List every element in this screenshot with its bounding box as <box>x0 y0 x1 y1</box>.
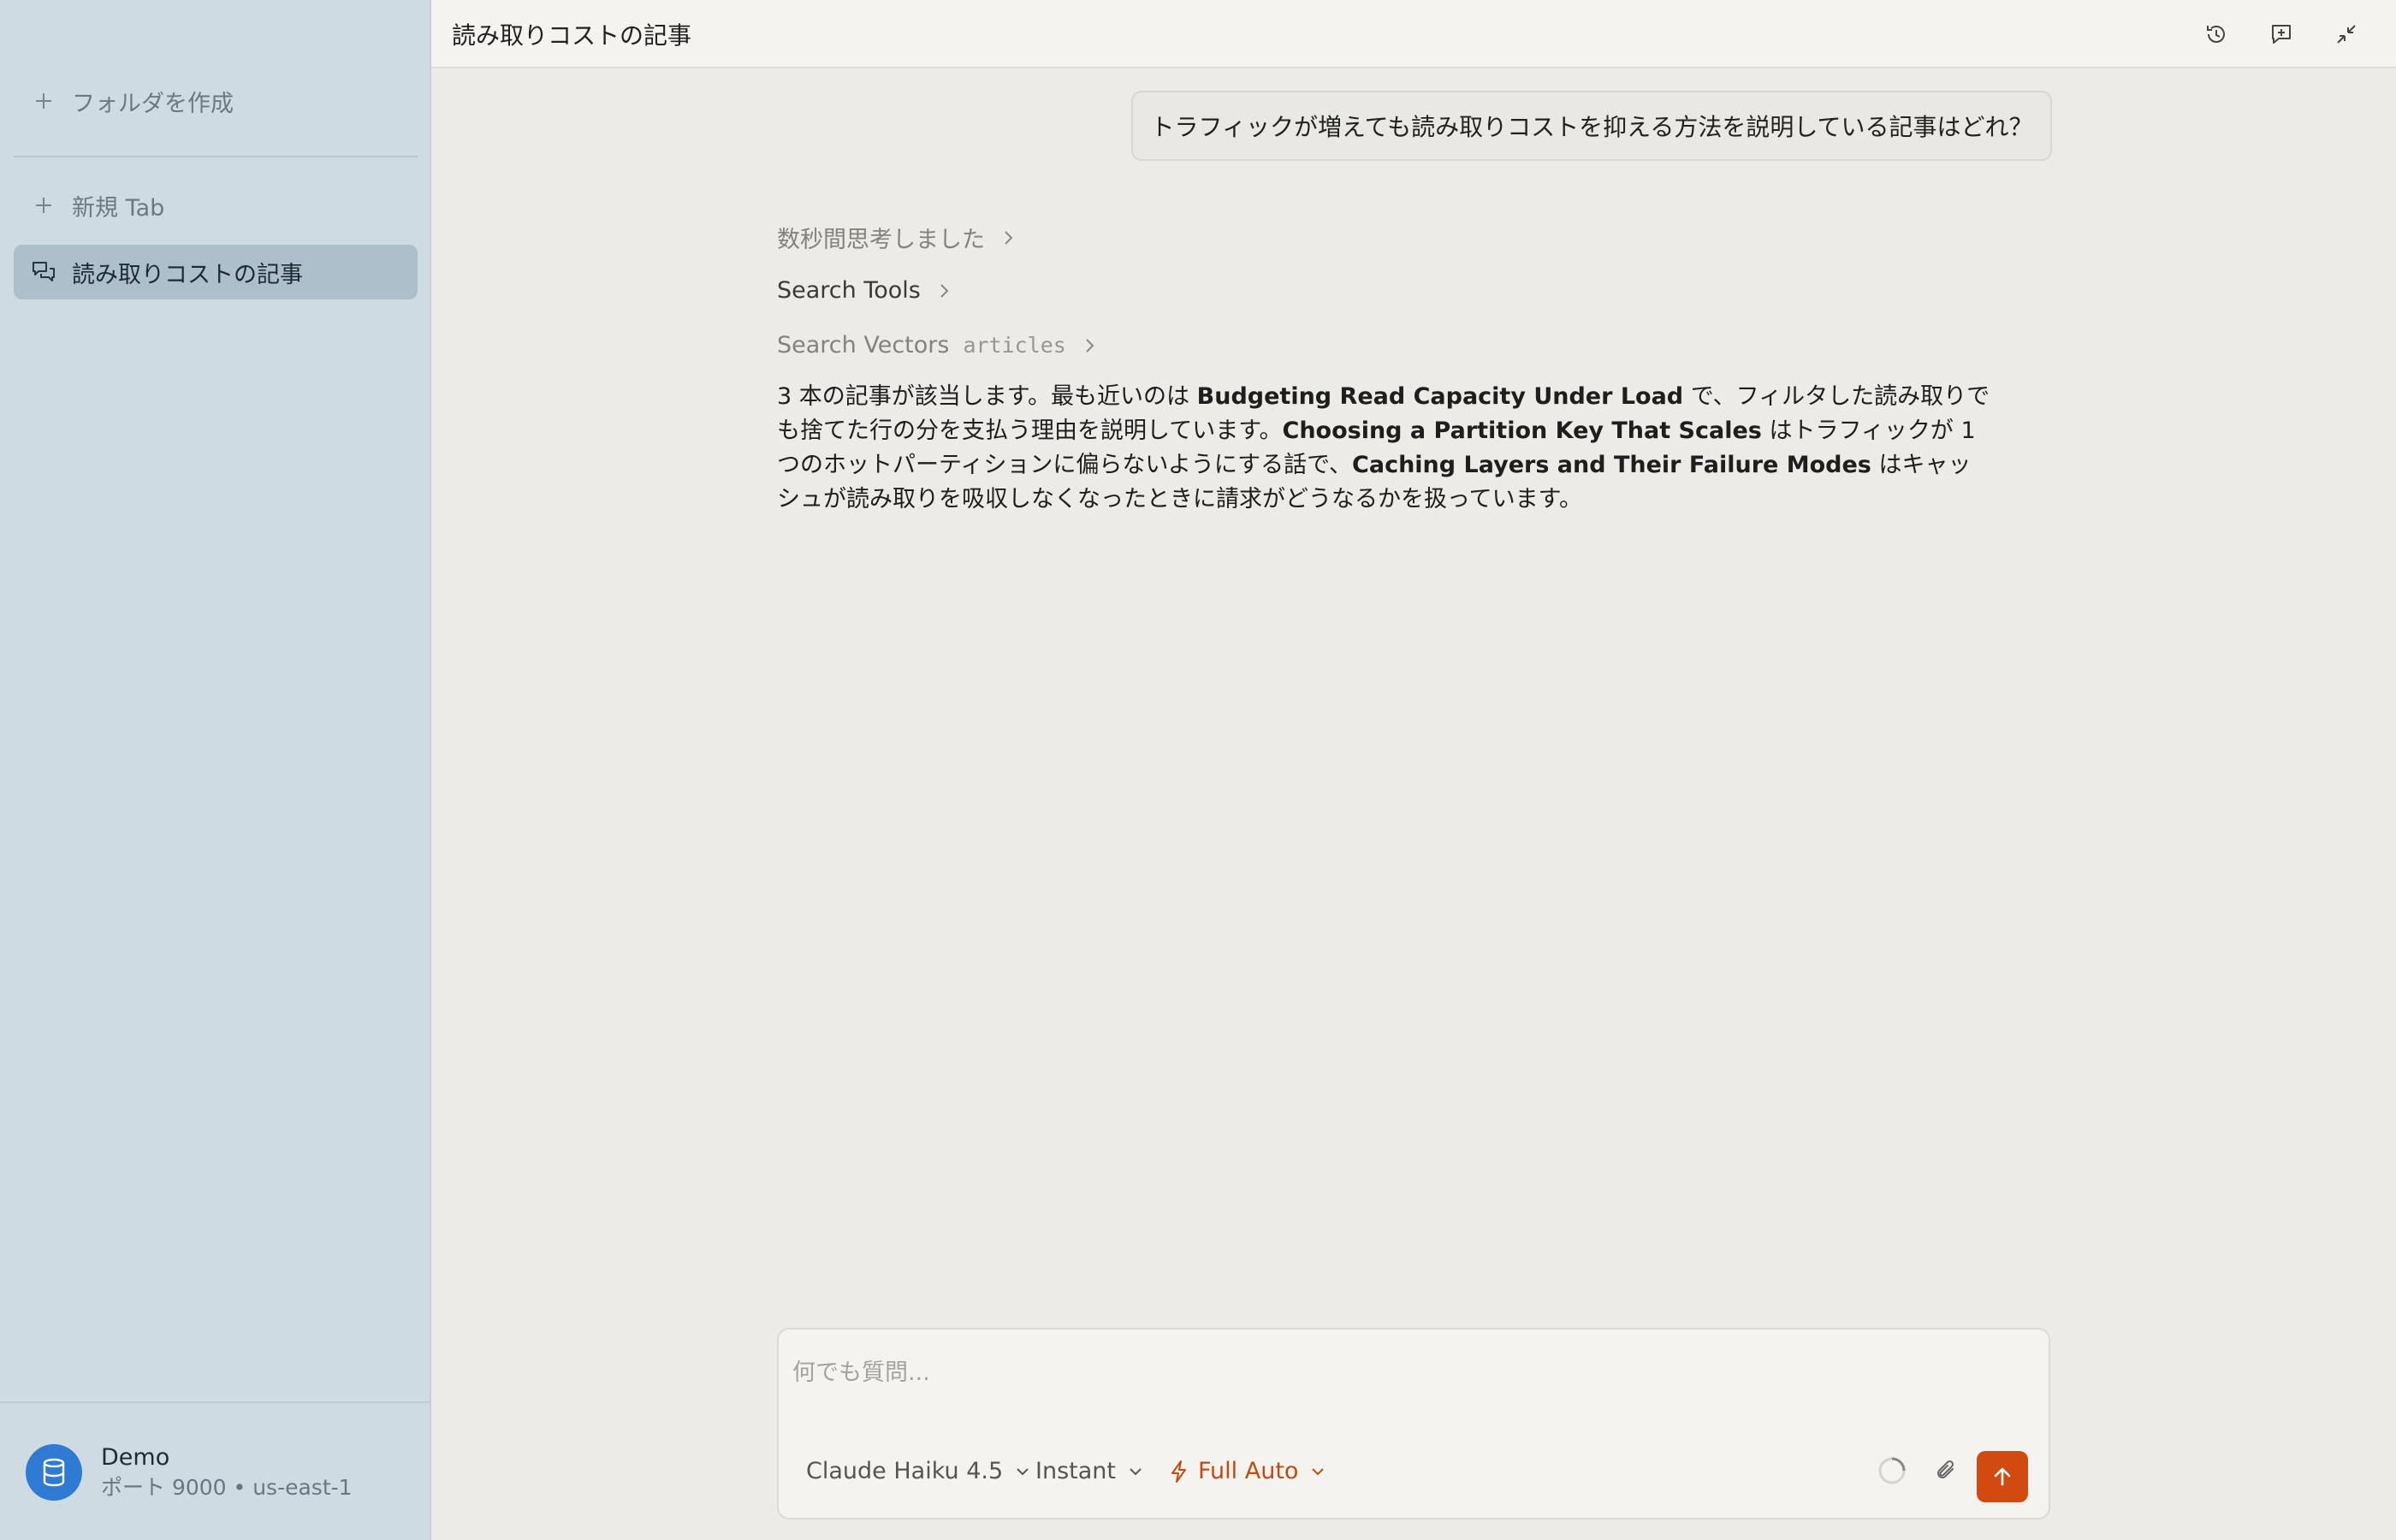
new-tab-label: 新規 Tab <box>72 194 165 222</box>
chevron-down-icon <box>1017 1467 1029 1475</box>
message-input[interactable] <box>792 1347 2025 1398</box>
send-button[interactable] <box>1977 1451 2028 1502</box>
create-folder-label: フォルダを作成 <box>72 90 234 117</box>
search-tools-step[interactable]: Search Tools <box>777 277 953 304</box>
search-tools-label: Search Tools <box>777 277 921 304</box>
loading-spinner-icon <box>1872 1451 1912 1490</box>
answer-text: 3 本の記事が該当します。最も近いのは <box>777 383 1197 410</box>
profile[interactable]: Demo ポート 9000 • us-east-1 <box>26 1442 353 1502</box>
chat-bubbles-icon <box>29 258 58 287</box>
database-icon <box>26 1444 82 1501</box>
collapse-icon[interactable] <box>2329 17 2363 51</box>
chevron-down-icon <box>1312 1467 1325 1475</box>
profile-name: Demo <box>101 1444 170 1471</box>
sidebar-divider <box>14 156 418 157</box>
new-chat-icon[interactable] <box>2264 17 2298 51</box>
model-label: Claude Haiku 4.5 <box>806 1458 1004 1484</box>
profile-detail: ポート 9000 • us-east-1 <box>101 1475 353 1500</box>
search-vectors-arg: articles <box>963 333 1066 358</box>
mode-label: Instant <box>1035 1458 1116 1484</box>
paperclip-icon[interactable] <box>1927 1451 1966 1490</box>
composer: Claude Haiku 4.5 Instant Full Auto <box>777 1328 2050 1519</box>
article-title: Budgeting Read Capacity Under Load <box>1196 383 1684 410</box>
user-message: トラフィックが増えても読み取りコストを抑える方法を説明している記事はどれ？ <box>1131 91 2052 161</box>
header: 読み取りコストの記事 <box>431 0 2396 68</box>
article-title: Caching Layers and Their Failure Modes <box>1352 452 1871 478</box>
thinking-label: 数秒間思考しました <box>777 227 985 253</box>
chevron-right-icon <box>1005 230 1013 245</box>
sidebar: フォルダを作成 新規 Tab 読み取りコストの記事 Demo ポート 9000 … <box>0 0 431 1540</box>
plus-icon <box>29 86 58 116</box>
model-select[interactable]: Claude Haiku 4.5 <box>806 1458 1032 1484</box>
lightning-icon <box>1171 1460 1186 1483</box>
new-tab-button[interactable]: 新規 Tab <box>14 178 418 233</box>
chevron-down-icon <box>1130 1467 1142 1475</box>
create-folder-button[interactable]: フォルダを作成 <box>14 74 418 128</box>
plus-icon <box>29 191 58 220</box>
thinking-step[interactable]: 数秒間思考しました <box>777 221 1017 254</box>
assistant-answer: 3 本の記事が該当します。最も近いのは Budgeting Read Capac… <box>777 380 1992 517</box>
arrow-up-icon <box>1994 1467 2011 1486</box>
chevron-right-icon <box>1086 338 1094 352</box>
auto-label: Full Auto <box>1198 1458 1299 1484</box>
active-chat-label: 読み取りコストの記事 <box>72 261 303 288</box>
sidebar-item-active-chat[interactable]: 読み取りコストの記事 <box>14 245 418 299</box>
search-vectors-label: Search Vectors <box>777 332 950 358</box>
history-icon[interactable] <box>2199 17 2233 51</box>
search-vectors-step[interactable]: Search Vectors articles <box>777 332 1099 358</box>
chevron-right-icon <box>940 283 949 298</box>
sidebar-footer-divider <box>0 1401 430 1403</box>
article-title: Choosing a Partition Key That Scales <box>1282 418 1762 444</box>
auto-select[interactable]: Full Auto <box>1169 1458 1327 1484</box>
page-title: 読み取りコストの記事 <box>452 21 692 50</box>
mode-select[interactable]: Instant <box>1035 1458 1145 1484</box>
